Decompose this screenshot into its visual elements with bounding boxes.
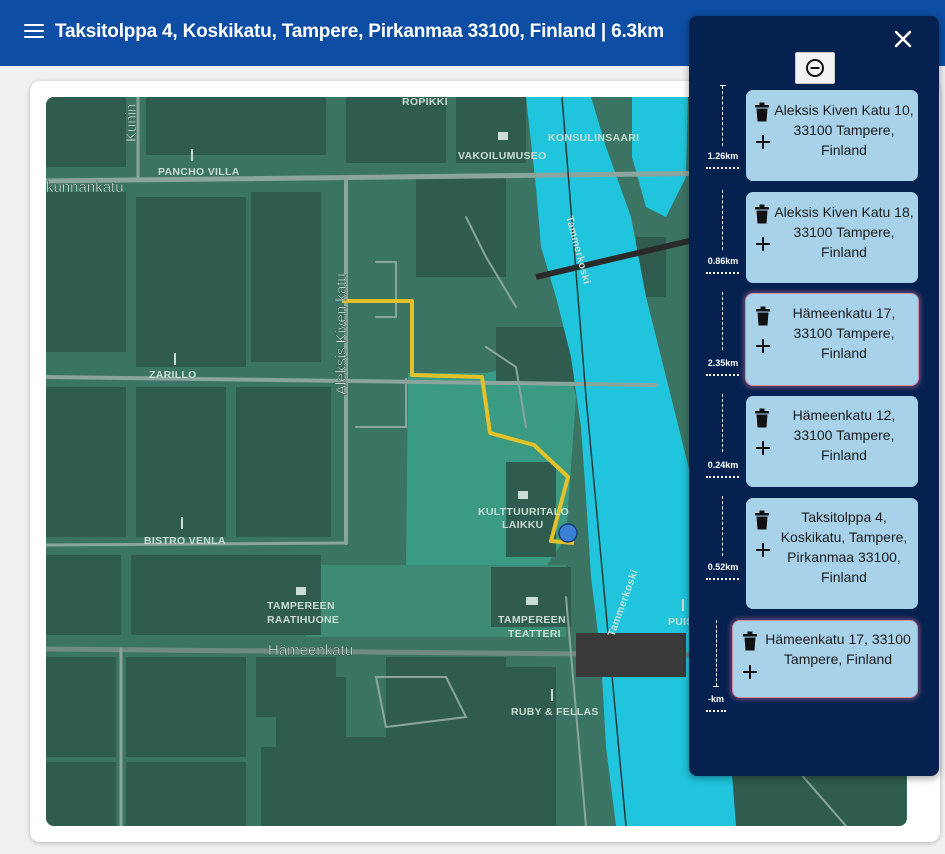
restaurant-icon — [191, 149, 193, 161]
poi-label-tampereen-2: TAMPEREEN — [498, 614, 566, 626]
stop-address: Hämeenkatu 17, 33100 Tampere, Finland — [792, 305, 896, 361]
segment-distance: 0.24km — [707, 460, 739, 470]
route-stop-card[interactable]: Aleksis Kiven Katu 10, 33100 Tampere, Finl… — [746, 90, 918, 181]
poi-label-teatteri: TEATTERI — [508, 628, 561, 640]
route-stop-card-destination[interactable]: Hämeenkatu 17, 33100 Tampere, Finland — [733, 621, 917, 697]
trash-icon[interactable] — [755, 306, 771, 326]
route-stop-card[interactable]: Aleksis Kiven Katu 18, 33100 Tampere, Finl… — [746, 192, 918, 283]
trash-icon[interactable] — [754, 102, 770, 122]
segment-distance: 0.86km — [707, 256, 739, 266]
minus-circle-icon — [806, 59, 824, 77]
trash-icon[interactable] — [754, 510, 770, 530]
street-label-kunnankatu: kunnankatu — [46, 179, 124, 196]
poi-label-tampereen-1: TAMPEREEN — [267, 600, 335, 612]
poi-label-bistrovenla: BISTRO VENLA — [144, 535, 226, 547]
plus-icon[interactable] — [755, 440, 771, 456]
poi-label-laikku: LAIKKU — [502, 519, 543, 531]
gallery-icon — [518, 491, 528, 499]
plus-icon[interactable] — [742, 664, 758, 680]
segment-distance: 0.52km — [707, 562, 739, 572]
museum-icon — [498, 132, 508, 140]
poi-label-kulttuuritalo: KULTTUURITALO — [478, 506, 569, 518]
segment-distance: 1.26km — [707, 151, 739, 161]
route-stop-card-highlighted[interactable]: Hämeenkatu 17, 33100 Tampere, Finland — [746, 294, 918, 385]
trash-icon[interactable] — [754, 204, 770, 224]
page-title: Taksitolppa 4, Koskikatu, Tampere, Pirka… — [55, 21, 664, 42]
street-label-aleksiskivenkatu: Aleksis Kiven katu — [333, 273, 350, 395]
restaurant-icon — [682, 599, 684, 611]
poi-label-rubyfellas: RUBY & FELLAS — [511, 706, 599, 718]
menu-icon[interactable] — [24, 24, 44, 40]
museum-icon — [296, 587, 306, 595]
stop-address: Hämeenkatu 17, 33100 Tampere, Finland — [765, 631, 911, 667]
plus-icon[interactable] — [755, 542, 771, 558]
plus-icon[interactable] — [755, 134, 771, 150]
stop-address: Aleksis Kiven Katu 18, 33100 Tampere, Finl… — [774, 204, 914, 260]
restaurant-icon — [181, 517, 183, 529]
poi-label-raatihuone: RAATIHUONE — [267, 614, 339, 626]
poi-label-panchovilla: PANCHO VILLA — [158, 166, 240, 178]
trash-icon[interactable] — [754, 408, 770, 428]
plus-icon[interactable] — [755, 236, 771, 252]
segment-distance: -km — [707, 694, 724, 704]
street-label-hameenkatu: Hämeenkatu — [268, 642, 353, 659]
poi-label-zarillo: ZARILLO — [149, 369, 197, 381]
route-stop-card[interactable]: Taksitolppa 4, Koskikatu, Tampere, Pirkanm… — [746, 498, 918, 609]
collapse-all-button[interactable] — [795, 52, 835, 84]
plus-icon[interactable] — [755, 338, 771, 354]
trash-icon[interactable] — [742, 631, 758, 651]
restaurant-icon — [174, 353, 176, 365]
poi-label-ropikki: ROPIKKI — [402, 97, 448, 108]
close-icon[interactable] — [893, 29, 913, 49]
poi-label-konsulinsaari: KONSULINSAARI — [548, 132, 639, 144]
stop-address: Taksitolppa 4, Koskikatu, Tampere, Pirkanm… — [780, 509, 908, 585]
poi-label-vakoilumuseo: VAKOILUMUSEO — [458, 150, 547, 162]
segment-distance: 2.35km — [707, 358, 739, 368]
street-label-kunin: Kunin — [123, 104, 140, 142]
stop-address: Hämeenkatu 12, 33100 Tampere, Finland — [792, 407, 896, 463]
route-stop-card[interactable]: Hämeenkatu 12, 33100 Tampere, Finland — [746, 396, 918, 487]
theatre-icon — [526, 597, 538, 605]
restaurant-icon — [551, 689, 553, 701]
stop-address: Aleksis Kiven Katu 10, 33100 Tampere, Finl… — [774, 102, 914, 158]
